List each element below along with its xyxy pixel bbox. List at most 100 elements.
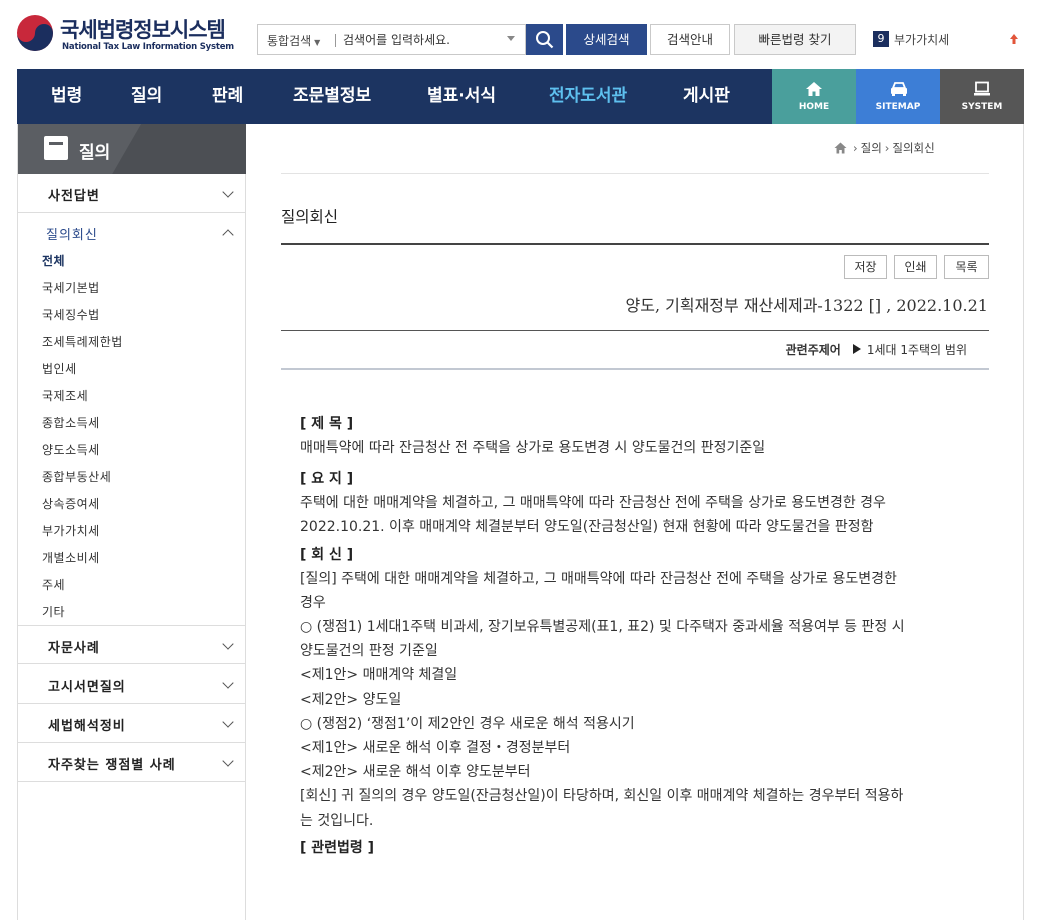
quick-sitemap-button[interactable]: SITEMAP (856, 69, 940, 124)
reply-line: [회신] 귀 질의의 경우 양도일(잔금청산일)이 타당하며, 회신일 이후 매… (300, 788, 904, 805)
breadcrumb-separator-icon: › (853, 141, 858, 155)
sidebar-group-label: 고시서면질의 (48, 680, 126, 695)
site-logo[interactable]: 국세법령정보시스템 National Tax Law Information S… (16, 14, 236, 56)
quick-home-label: HOME (798, 102, 830, 112)
sidebar-subitem-collection-act[interactable]: 국세징수법 (42, 306, 100, 323)
quick-law-find-button[interactable]: 빠른법령 찾기 (734, 24, 856, 55)
reply-line: ○ (쟁점2) ‘쟁점1’이 제2안인 경우 새로운 해석 적용시기 (300, 715, 635, 732)
reply-line: 경우 (300, 594, 326, 611)
nav-item-forms[interactable]: 별표·서식 (427, 69, 496, 124)
reply-line: <제1안> 매매계약 체결일 (300, 667, 458, 684)
divider (281, 173, 989, 174)
home-icon[interactable] (834, 142, 847, 154)
search-guide-button[interactable]: 검색안내 (650, 24, 730, 55)
document-body: [ 제 목 ] 매매특약에 따라 잔금청산 전 주택을 상가로 용도변경 시 양… (300, 412, 980, 860)
rank-keyword: 부가가치세 (894, 33, 950, 47)
search-scope-select[interactable]: 통합검색 ▼ (257, 24, 335, 55)
chevron-down-icon (222, 638, 234, 650)
breadcrumb-level2[interactable]: 질의회신 (892, 141, 934, 155)
sidebar-group-pre-answer[interactable]: 사전답변 (18, 174, 246, 213)
sidebar-group-label: 질의회신 (46, 228, 98, 243)
sidebar-subitem-income-tax[interactable]: 종합소득세 (42, 414, 100, 431)
nav-item-precedent[interactable]: 판례 (212, 69, 243, 124)
reply-line: <제2안> 양도일 (300, 691, 402, 708)
search-button[interactable] (526, 24, 563, 55)
left-sidebar: 질의 사전답변 질의회신 전체 국세기본법 국세징수법 조세특례제한법 법인세 … (17, 124, 246, 920)
sidebar-subitem-property-tax[interactable]: 종합부동산세 (42, 468, 111, 485)
sidebar-subitem-liquor-tax[interactable]: 주세 (42, 576, 65, 593)
section-heading-summary: [ 요 지 ] (300, 471, 354, 488)
sidebar-group-interpretation-update[interactable]: 세법해석정비 (18, 704, 246, 743)
rank-up-arrow-icon (1010, 34, 1018, 44)
breadcrumb: › 질의 › 질의회신 (834, 140, 935, 156)
quick-sitemap-label: SITEMAP (875, 102, 921, 112)
sidebar-subitem-all[interactable]: 전체 (42, 252, 65, 269)
sidebar-subitem-excise-tax[interactable]: 개별소비세 (42, 549, 100, 566)
search-icon (536, 31, 554, 49)
sidebar-subitem-etc[interactable]: 기타 (42, 603, 65, 620)
divider (335, 34, 336, 47)
search-input[interactable] (343, 30, 503, 50)
sidebar-subitem-transfer-tax[interactable]: 양도소득세 (42, 441, 100, 458)
nav-item-board[interactable]: 게시판 (683, 69, 730, 124)
chevron-down-icon (222, 186, 234, 198)
sidebar-group-label: 세법해석정비 (48, 719, 126, 734)
car-icon (891, 82, 907, 96)
sidebar-group-faq-cases[interactable]: 자주찾는 쟁점별 사례 (18, 743, 246, 782)
section-heading-related-laws: [ 관련법령 ] (300, 839, 375, 856)
divider (281, 243, 989, 245)
home-icon (806, 82, 822, 96)
nav-item-inquiry[interactable]: 질의 (131, 69, 162, 124)
sidebar-subitem-special-tax[interactable]: 조세특례제한법 (42, 333, 123, 350)
rank-number: 9 (873, 31, 889, 47)
sidebar-group-inquiry-reply[interactable]: 질의회신 (18, 213, 246, 252)
sidebar-title: 질의 (79, 143, 111, 163)
subject-text: 매매특약에 따라 잔금청산 전 주택을 상가로 용도변경 시 양도물건의 판정기… (300, 440, 766, 456)
sidebar-subitem-vat[interactable]: 부가가치세 (42, 522, 100, 539)
divider (281, 368, 989, 370)
print-button[interactable]: 인쇄 (894, 255, 937, 279)
related-keywords: 관련주제어 1세대 1주택의 범위 (786, 341, 967, 358)
triangle-right-icon (852, 344, 861, 354)
chevron-down-icon (222, 716, 234, 728)
sidebar-subitem-gift-tax[interactable]: 상속증여세 (42, 495, 100, 512)
sidebar-subitem-international-tax[interactable]: 국제조세 (42, 387, 88, 404)
document-header: 양도, 기획재정부 재산세제과-1322 [] , 2022.10.21 (625, 296, 988, 315)
reply-line: [질의] 주택에 대한 매매계약을 체결하고, 그 매매특약에 따라 잔금청산 … (300, 570, 897, 587)
top-header: 국세법령정보시스템 National Tax Law Information S… (0, 0, 1052, 69)
reply-line: <제2안> 새로운 해석 이후 양도분부터 (300, 764, 531, 781)
reply-line: 양도물건의 판정 기준일 (300, 643, 438, 660)
quick-home-button[interactable]: HOME (772, 69, 856, 124)
sidebar-group-notice-inquiry[interactable]: 고시서면질의 (18, 665, 246, 704)
advanced-search-button[interactable]: 상세검색 (566, 24, 647, 55)
save-button[interactable]: 저장 (844, 255, 887, 279)
chevron-up-icon (222, 229, 234, 241)
search-history-dropdown-icon[interactable] (507, 36, 515, 41)
quick-system-button[interactable]: SYSTEM (940, 69, 1024, 124)
search-scope-label: 통합검색 (267, 34, 312, 48)
breadcrumb-level1[interactable]: 질의 (861, 141, 882, 155)
chevron-down-icon (222, 755, 234, 767)
chevron-down-icon: ▼ (314, 38, 321, 47)
sidebar-subitem-basic-act[interactable]: 국세기본법 (42, 279, 100, 296)
popular-keyword-ticker[interactable]: 9 부가가치세 (873, 31, 949, 48)
sidebar-header: 질의 (18, 124, 246, 174)
nav-item-law[interactable]: 법령 (51, 69, 82, 124)
sidebar-subitem-corporate-tax[interactable]: 법인세 (42, 360, 77, 377)
breadcrumb-separator-icon: › (884, 141, 890, 155)
sidebar-group-label: 사전답변 (48, 189, 100, 204)
keyword-value[interactable]: 1세대 1주택의 범위 (867, 343, 967, 357)
section-heading-reply: [ 회 신 ] (300, 546, 354, 563)
list-button[interactable]: 목록 (944, 255, 989, 279)
search-box (335, 24, 526, 55)
nav-item-article-info[interactable]: 조문별정보 (293, 69, 371, 124)
logo-subtitle: National Tax Law Information System (62, 42, 234, 52)
sidebar-group-label: 자문사례 (48, 641, 100, 656)
monitor-icon (974, 81, 990, 96)
quick-system-label: SYSTEM (961, 102, 1003, 112)
logo-title: 국세법령정보시스템 (60, 18, 226, 42)
main-content: › 질의 › 질의회신 질의회신 저장 인쇄 목록 양도, 기획재정부 재산세제과-1… (246, 124, 1024, 920)
reply-line: 는 것입니다. (300, 812, 374, 829)
sidebar-group-advisory-cases[interactable]: 자문사례 (18, 625, 246, 664)
nav-item-e-library[interactable]: 전자도서관 (549, 69, 627, 124)
